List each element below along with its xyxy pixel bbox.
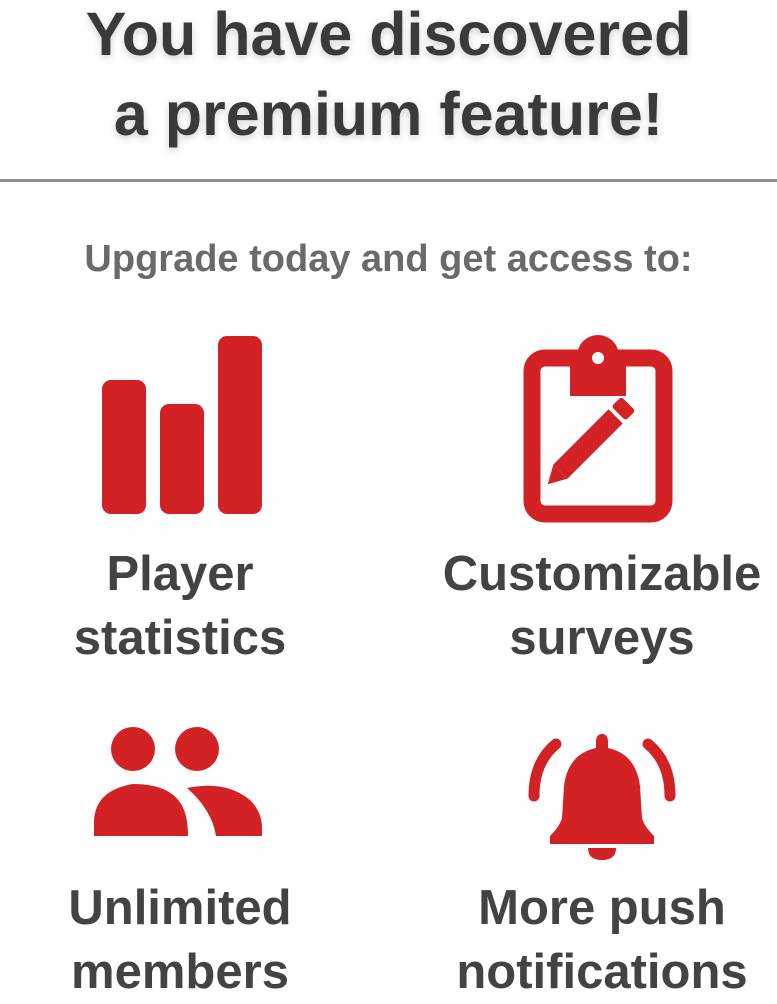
feature-label: Player statistics [0, 542, 374, 670]
feature-push-notifications: More push notifications [408, 700, 777, 1000]
feature-label: More push notifications [408, 876, 777, 1004]
feature-unlimited-members: Unlimited members [0, 700, 374, 1000]
feature-label-line-1: Player [106, 547, 254, 601]
feature-label-line-2: notifications [456, 945, 748, 999]
feature-label: Unlimited members [0, 876, 374, 1004]
users-icon [94, 727, 262, 836]
feature-label: Customizable surveys [408, 542, 777, 670]
divider [0, 179, 777, 182]
page-title-line-2: a premium feature! [113, 80, 664, 148]
feature-label-line-1: Customizable [442, 547, 762, 601]
clipboard-edit-icon [523, 335, 673, 523]
feature-label-line-2: surveys [509, 611, 695, 665]
feature-label-line-2: statistics [73, 611, 287, 665]
upgrade-subtitle: Upgrade today and get access to: [84, 238, 693, 280]
feature-label-line-2: members [71, 945, 289, 999]
feature-label-line-1: Unlimited [68, 881, 292, 935]
feature-label-line-1: More push [478, 881, 726, 935]
bell-ringing-icon [528, 734, 676, 860]
page-title: You have discovered a premium feature! [0, 0, 777, 154]
bar-chart-icon [102, 336, 262, 514]
page-title-line-1: You have discovered [85, 0, 692, 68]
feature-player-statistics: Player statistics [0, 320, 374, 670]
feature-customizable-surveys: Customizable surveys [408, 320, 777, 670]
